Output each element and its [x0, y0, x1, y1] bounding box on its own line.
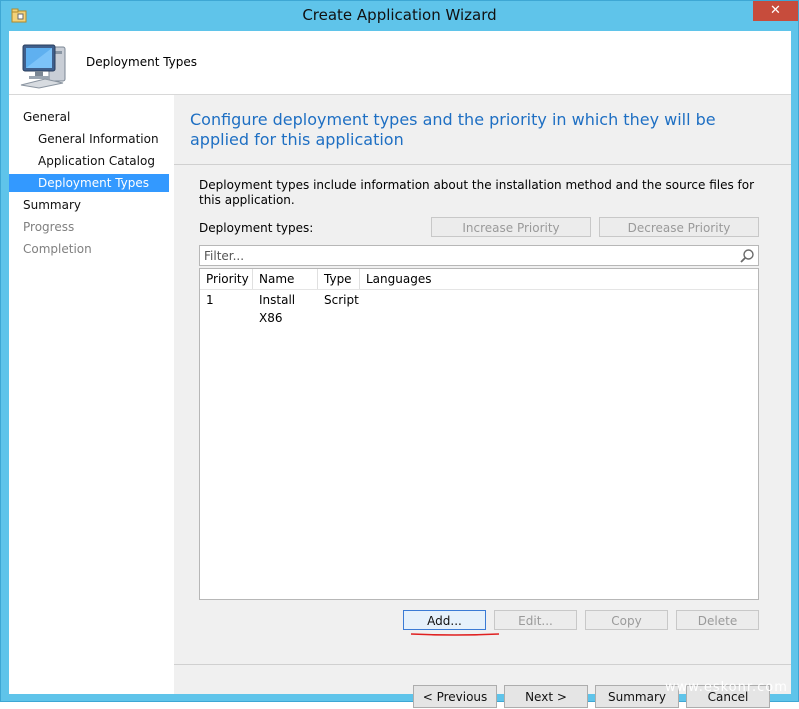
nav-item-completion: Completion: [23, 242, 92, 256]
row-priority-cell: 1: [206, 293, 214, 307]
page-heading: Configure deployment types and the prior…: [190, 110, 716, 149]
footer-divider: [174, 664, 791, 665]
nav-item-deployment-types[interactable]: Deployment Types: [9, 174, 169, 192]
previous-button[interactable]: < Previous: [413, 685, 497, 708]
copy-button[interactable]: Copy: [585, 610, 668, 630]
heading-divider: [174, 164, 791, 165]
nav-item-progress: Progress: [23, 220, 75, 234]
column-header-priority[interactable]: Priority: [200, 269, 253, 289]
row-languages-cell: [360, 291, 756, 309]
deployment-types-list[interactable]: Priority Name Type Languages 1 Install X…: [199, 268, 759, 600]
row-type-cell: Script: [324, 293, 359, 307]
annotation-underline: [410, 633, 500, 636]
filter-input[interactable]: [204, 248, 724, 263]
close-button[interactable]: ✕: [753, 1, 798, 21]
filter-box: [199, 245, 759, 266]
edit-button[interactable]: Edit...: [494, 610, 577, 630]
page-title: Deployment Types: [86, 55, 198, 69]
deployment-types-label: Deployment types:: [199, 221, 314, 235]
next-button[interactable]: Next >: [504, 685, 588, 708]
add-button[interactable]: Add...: [403, 610, 486, 630]
row-name-cell: Install X86: [259, 293, 296, 325]
title-bar[interactable]: Create Application Wizard ✕: [1, 1, 798, 30]
nav-item-application-catalog[interactable]: Application Catalog: [9, 153, 169, 170]
watermark: www.eskonr.com: [665, 680, 788, 695]
nav-item-general[interactable]: General: [9, 109, 169, 126]
search-icon[interactable]: [739, 248, 755, 264]
description-text: Deployment types include information abo…: [199, 178, 755, 207]
nav-item-general-information[interactable]: General Information: [9, 131, 169, 148]
column-header-languages[interactable]: Languages: [360, 269, 758, 289]
nav-item-summary[interactable]: Summary: [9, 197, 169, 214]
column-header-type[interactable]: Type: [318, 269, 360, 289]
window-title: Create Application Wizard: [302, 6, 497, 24]
wizard-window: Create Application Wizard ✕ Deployment T…: [0, 0, 799, 708]
wizard-main: Configure deployment types and the prior…: [174, 95, 791, 708]
column-header-name[interactable]: Name: [253, 269, 318, 289]
wizard-client: Deployment Types General General Informa…: [9, 31, 791, 708]
increase-priority-button[interactable]: Increase Priority: [431, 217, 591, 237]
computer-icon: [20, 44, 66, 89]
header-divider: [200, 289, 758, 290]
wizard-header: Deployment Types: [9, 31, 791, 95]
decrease-priority-button[interactable]: Decrease Priority: [599, 217, 759, 237]
wizard-nav: General General Information Application …: [9, 95, 174, 694]
delete-button[interactable]: Delete: [676, 610, 759, 630]
